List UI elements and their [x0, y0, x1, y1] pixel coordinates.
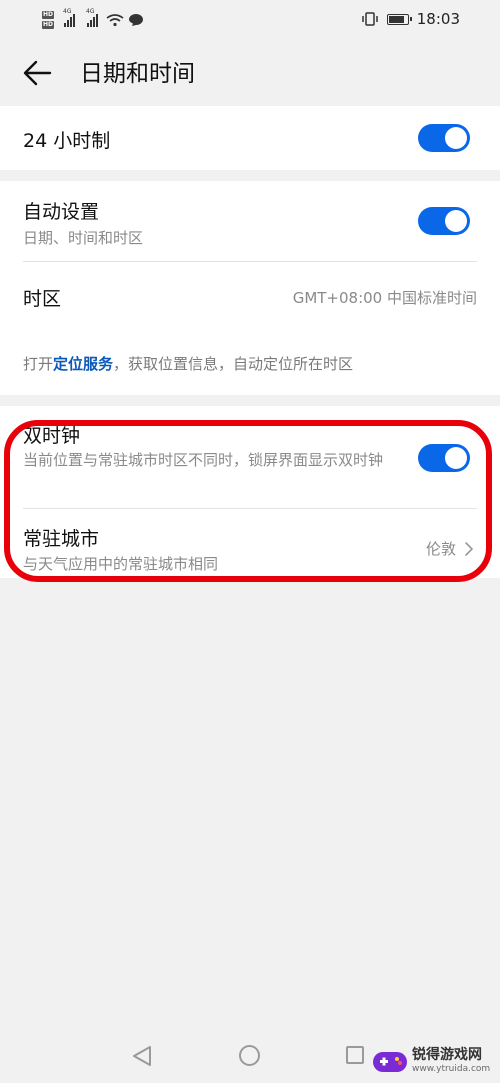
home-city-label: 常驻城市 — [23, 528, 100, 550]
hour24-label: 24 小时制 — [23, 130, 111, 152]
location-service-link[interactable]: 定位服务 — [53, 355, 113, 373]
battery-icon — [386, 13, 412, 25]
home-city-value: 伦敦 — [425, 540, 456, 558]
toggle-knob — [445, 127, 467, 149]
chevron-right-icon — [465, 542, 473, 556]
watermark-title: 锐得游戏网 — [412, 1047, 482, 1063]
hd-badge: HD — [42, 11, 55, 19]
hour24-toggle[interactable] — [418, 124, 470, 152]
toggle-knob — [445, 447, 467, 469]
network-type-label-2: 4G — [86, 8, 95, 15]
home-city-sublabel: 与天气应用中的常驻城市相同 — [23, 555, 219, 573]
signal-icon-2: 4G — [86, 8, 99, 27]
hour24-card: 24 小时制 — [0, 106, 500, 170]
message-icon — [129, 14, 144, 26]
dual-clock-sublabel: 当前位置与常驻城市时区不同时，锁屏界面显示双时钟 — [23, 451, 384, 469]
location-hint-prefix: 打开 — [23, 355, 54, 373]
timezone-value: GMT+08:00 中国标准时间 — [292, 289, 477, 307]
gamepad-logo-icon — [373, 1052, 407, 1072]
auto-set-toggle[interactable] — [418, 207, 470, 235]
signal-icon: 4G — [63, 8, 76, 27]
vibrate-icon — [362, 12, 378, 26]
nav-recent-icon[interactable] — [346, 1046, 364, 1064]
location-hint-suffix: ，获取位置信息，自动定位所在时区 — [113, 355, 354, 373]
dual-clock-toggle[interactable] — [418, 444, 470, 472]
watermark: 锐得游戏网 www.ytruida.com — [372, 1044, 496, 1080]
app-header: 日期和时间 — [0, 40, 500, 106]
watermark-url: www.ytruida.com — [412, 1064, 491, 1074]
back-arrow-icon[interactable] — [22, 58, 54, 88]
status-bar: HD HD 4G 4G 18:03 — [0, 0, 500, 40]
timezone-label: 时区 — [23, 288, 62, 310]
dual-clock-card: 双时钟 当前位置与常驻城市时区不同时，锁屏界面显示双时钟 常驻城市 与天气应用中… — [0, 406, 500, 578]
page-title: 日期和时间 — [80, 61, 195, 87]
toggle-knob — [445, 210, 467, 232]
divider — [23, 508, 477, 509]
dual-clock-label: 双时钟 — [23, 425, 81, 447]
location-hint: 打开定位服务，获取位置信息，自动定位所在时区 — [23, 353, 353, 374]
nav-home-icon[interactable] — [239, 1045, 260, 1066]
datetime-card: 自动设置 日期、时间和时区 时区 GMT+08:00 中国标准时间 打开定位服务… — [0, 181, 500, 395]
divider — [23, 261, 477, 262]
nav-back-icon[interactable] — [131, 1044, 153, 1068]
wifi-icon — [106, 14, 124, 27]
network-type-label: 4G — [63, 8, 72, 15]
auto-set-label: 自动设置 — [23, 201, 100, 223]
auto-set-sublabel: 日期、时间和时区 — [23, 229, 144, 247]
hd-badge-2: HD — [42, 21, 55, 29]
clock: 18:03 — [416, 10, 460, 28]
